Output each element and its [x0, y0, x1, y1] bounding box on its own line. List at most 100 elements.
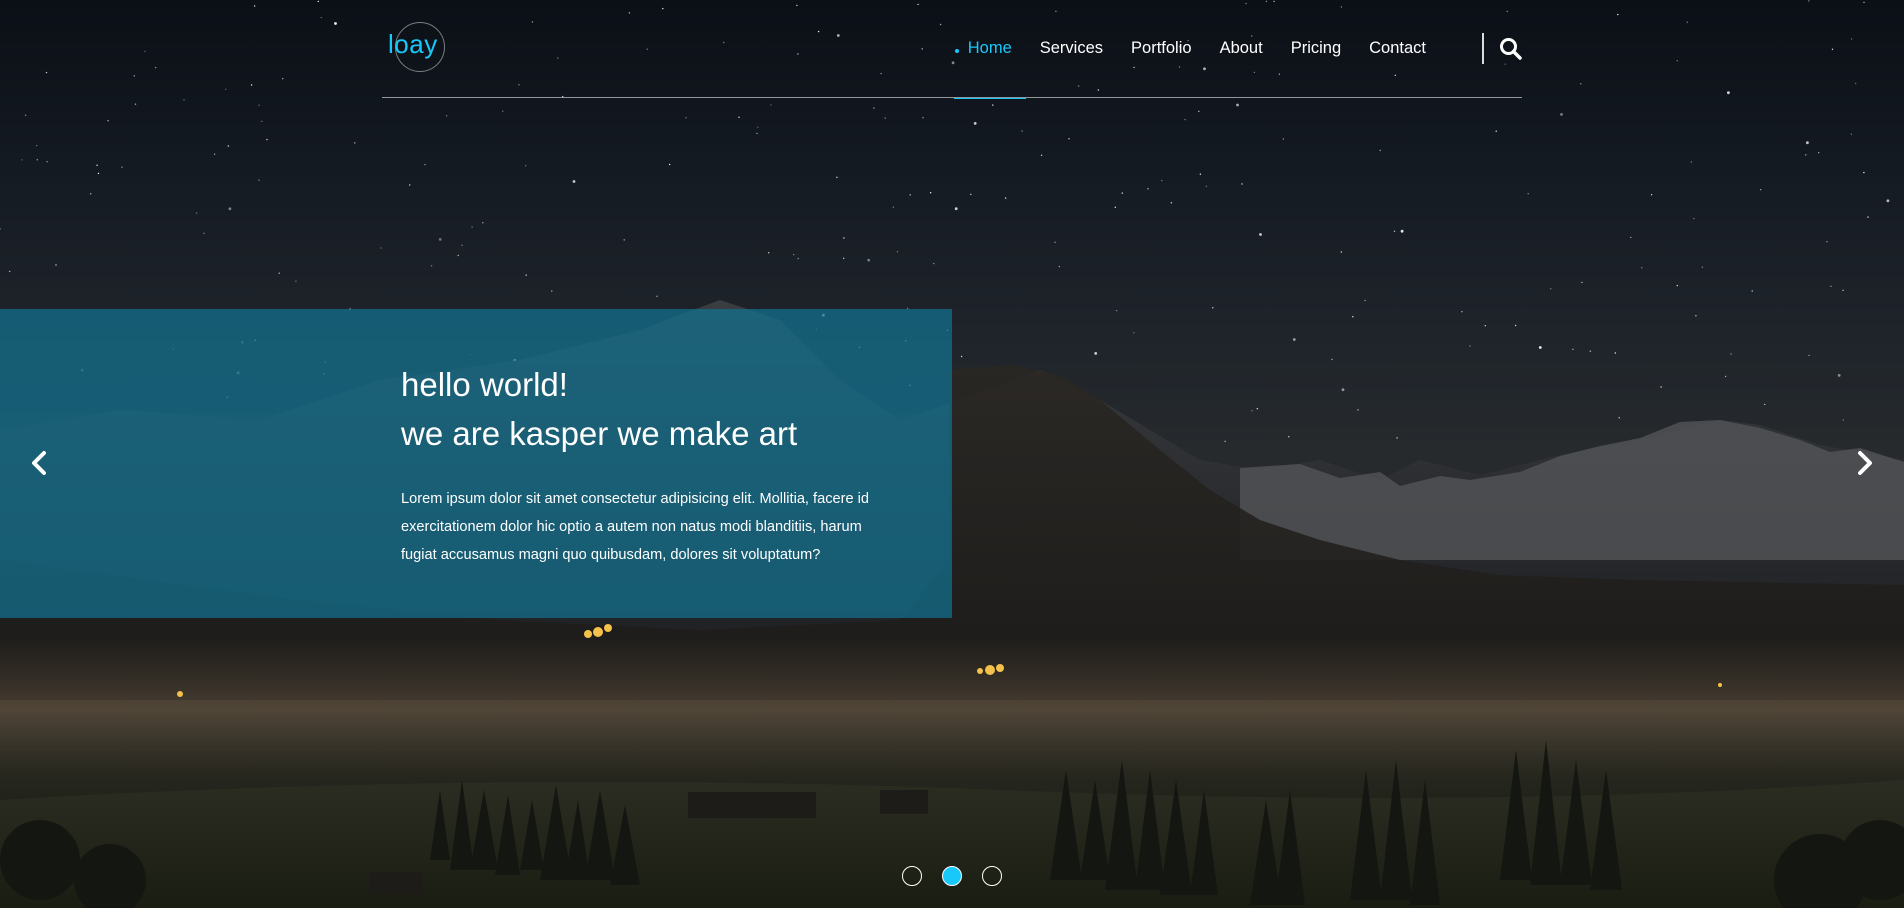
star	[572, 180, 576, 183]
nav-item-contact[interactable]: Contact	[1355, 36, 1440, 98]
star	[1589, 350, 1592, 352]
star	[258, 104, 260, 106]
slider-bullet-1[interactable]	[902, 866, 922, 886]
star	[793, 253, 795, 256]
star	[227, 145, 229, 147]
star	[317, 0, 319, 3]
star	[295, 280, 297, 282]
star	[843, 237, 845, 239]
star	[954, 207, 958, 211]
star	[502, 110, 504, 112]
star	[24, 114, 27, 117]
star	[9, 270, 11, 273]
star	[430, 265, 433, 267]
star	[1842, 289, 1844, 291]
star	[1198, 110, 1200, 113]
star	[1863, 171, 1865, 174]
hero-text-panel	[0, 309, 952, 618]
star	[457, 254, 459, 257]
star	[107, 120, 109, 122]
logo-text: loay	[388, 29, 438, 59]
star	[446, 115, 448, 117]
star	[1760, 189, 1762, 191]
nav-divider	[1482, 33, 1484, 64]
star	[551, 290, 553, 292]
slider-bullet-2[interactable]	[942, 866, 962, 886]
star	[225, 88, 227, 91]
star	[195, 212, 198, 214]
star	[1393, 230, 1396, 232]
star	[354, 142, 356, 144]
star	[258, 179, 260, 181]
star	[424, 163, 426, 166]
star	[1461, 311, 1463, 313]
star	[380, 247, 382, 249]
search-button[interactable]	[1498, 36, 1524, 62]
nav-item-pricing[interactable]: Pricing	[1277, 36, 1355, 98]
star	[0, 228, 1, 230]
star	[1695, 315, 1697, 317]
next-slide-button[interactable]	[1848, 447, 1880, 479]
prev-slide-button[interactable]	[24, 447, 56, 479]
star	[1205, 185, 1208, 187]
nav-item-about[interactable]: About	[1206, 36, 1277, 98]
star	[1527, 193, 1529, 195]
star	[867, 258, 871, 262]
nav-item-portfolio[interactable]: Portfolio	[1117, 36, 1206, 98]
star	[1686, 21, 1689, 23]
star	[933, 262, 935, 265]
star	[757, 126, 759, 128]
star	[278, 272, 280, 274]
star	[1224, 440, 1226, 443]
star	[213, 153, 216, 155]
star	[873, 107, 875, 109]
nav-item-home[interactable]: Home	[953, 36, 1026, 99]
star	[334, 22, 337, 25]
nav-item-services[interactable]: Services	[1026, 36, 1117, 98]
star	[929, 192, 932, 194]
star	[1751, 290, 1753, 292]
star	[1618, 417, 1620, 419]
star	[836, 176, 838, 178]
star	[1831, 48, 1834, 50]
star	[409, 184, 411, 186]
hero-description: Lorem ipsum dolor sit amet consectetur a…	[401, 491, 870, 563]
star	[756, 132, 758, 135]
star	[1341, 388, 1345, 392]
star	[46, 161, 48, 163]
star	[1514, 324, 1517, 327]
star	[1818, 152, 1820, 154]
star	[960, 355, 963, 358]
star	[909, 194, 911, 196]
star	[461, 244, 463, 246]
star	[1850, 133, 1853, 135]
star	[144, 50, 146, 53]
star	[1400, 229, 1404, 233]
star	[183, 99, 185, 101]
star	[1352, 316, 1354, 318]
slider-bullet-3[interactable]	[982, 866, 1002, 886]
star	[1641, 267, 1643, 269]
star	[482, 222, 484, 224]
star	[1068, 138, 1070, 140]
star	[203, 232, 205, 234]
star	[471, 226, 473, 228]
star	[1614, 352, 1617, 354]
star	[1805, 154, 1807, 156]
star	[55, 264, 57, 266]
star	[282, 78, 284, 80]
star	[1021, 130, 1023, 132]
star	[884, 117, 886, 119]
star	[1560, 113, 1563, 116]
star	[250, 84, 253, 86]
star	[45, 71, 48, 74]
star	[1040, 154, 1043, 156]
main-nav: Home Services Portfolio About Pricing Co…	[953, 36, 1440, 99]
star	[1764, 403, 1766, 406]
logo[interactable]: loay	[388, 22, 445, 72]
star	[1886, 199, 1890, 203]
star	[896, 251, 899, 253]
star	[1256, 408, 1259, 410]
star	[1212, 307, 1214, 309]
star	[1282, 138, 1285, 140]
